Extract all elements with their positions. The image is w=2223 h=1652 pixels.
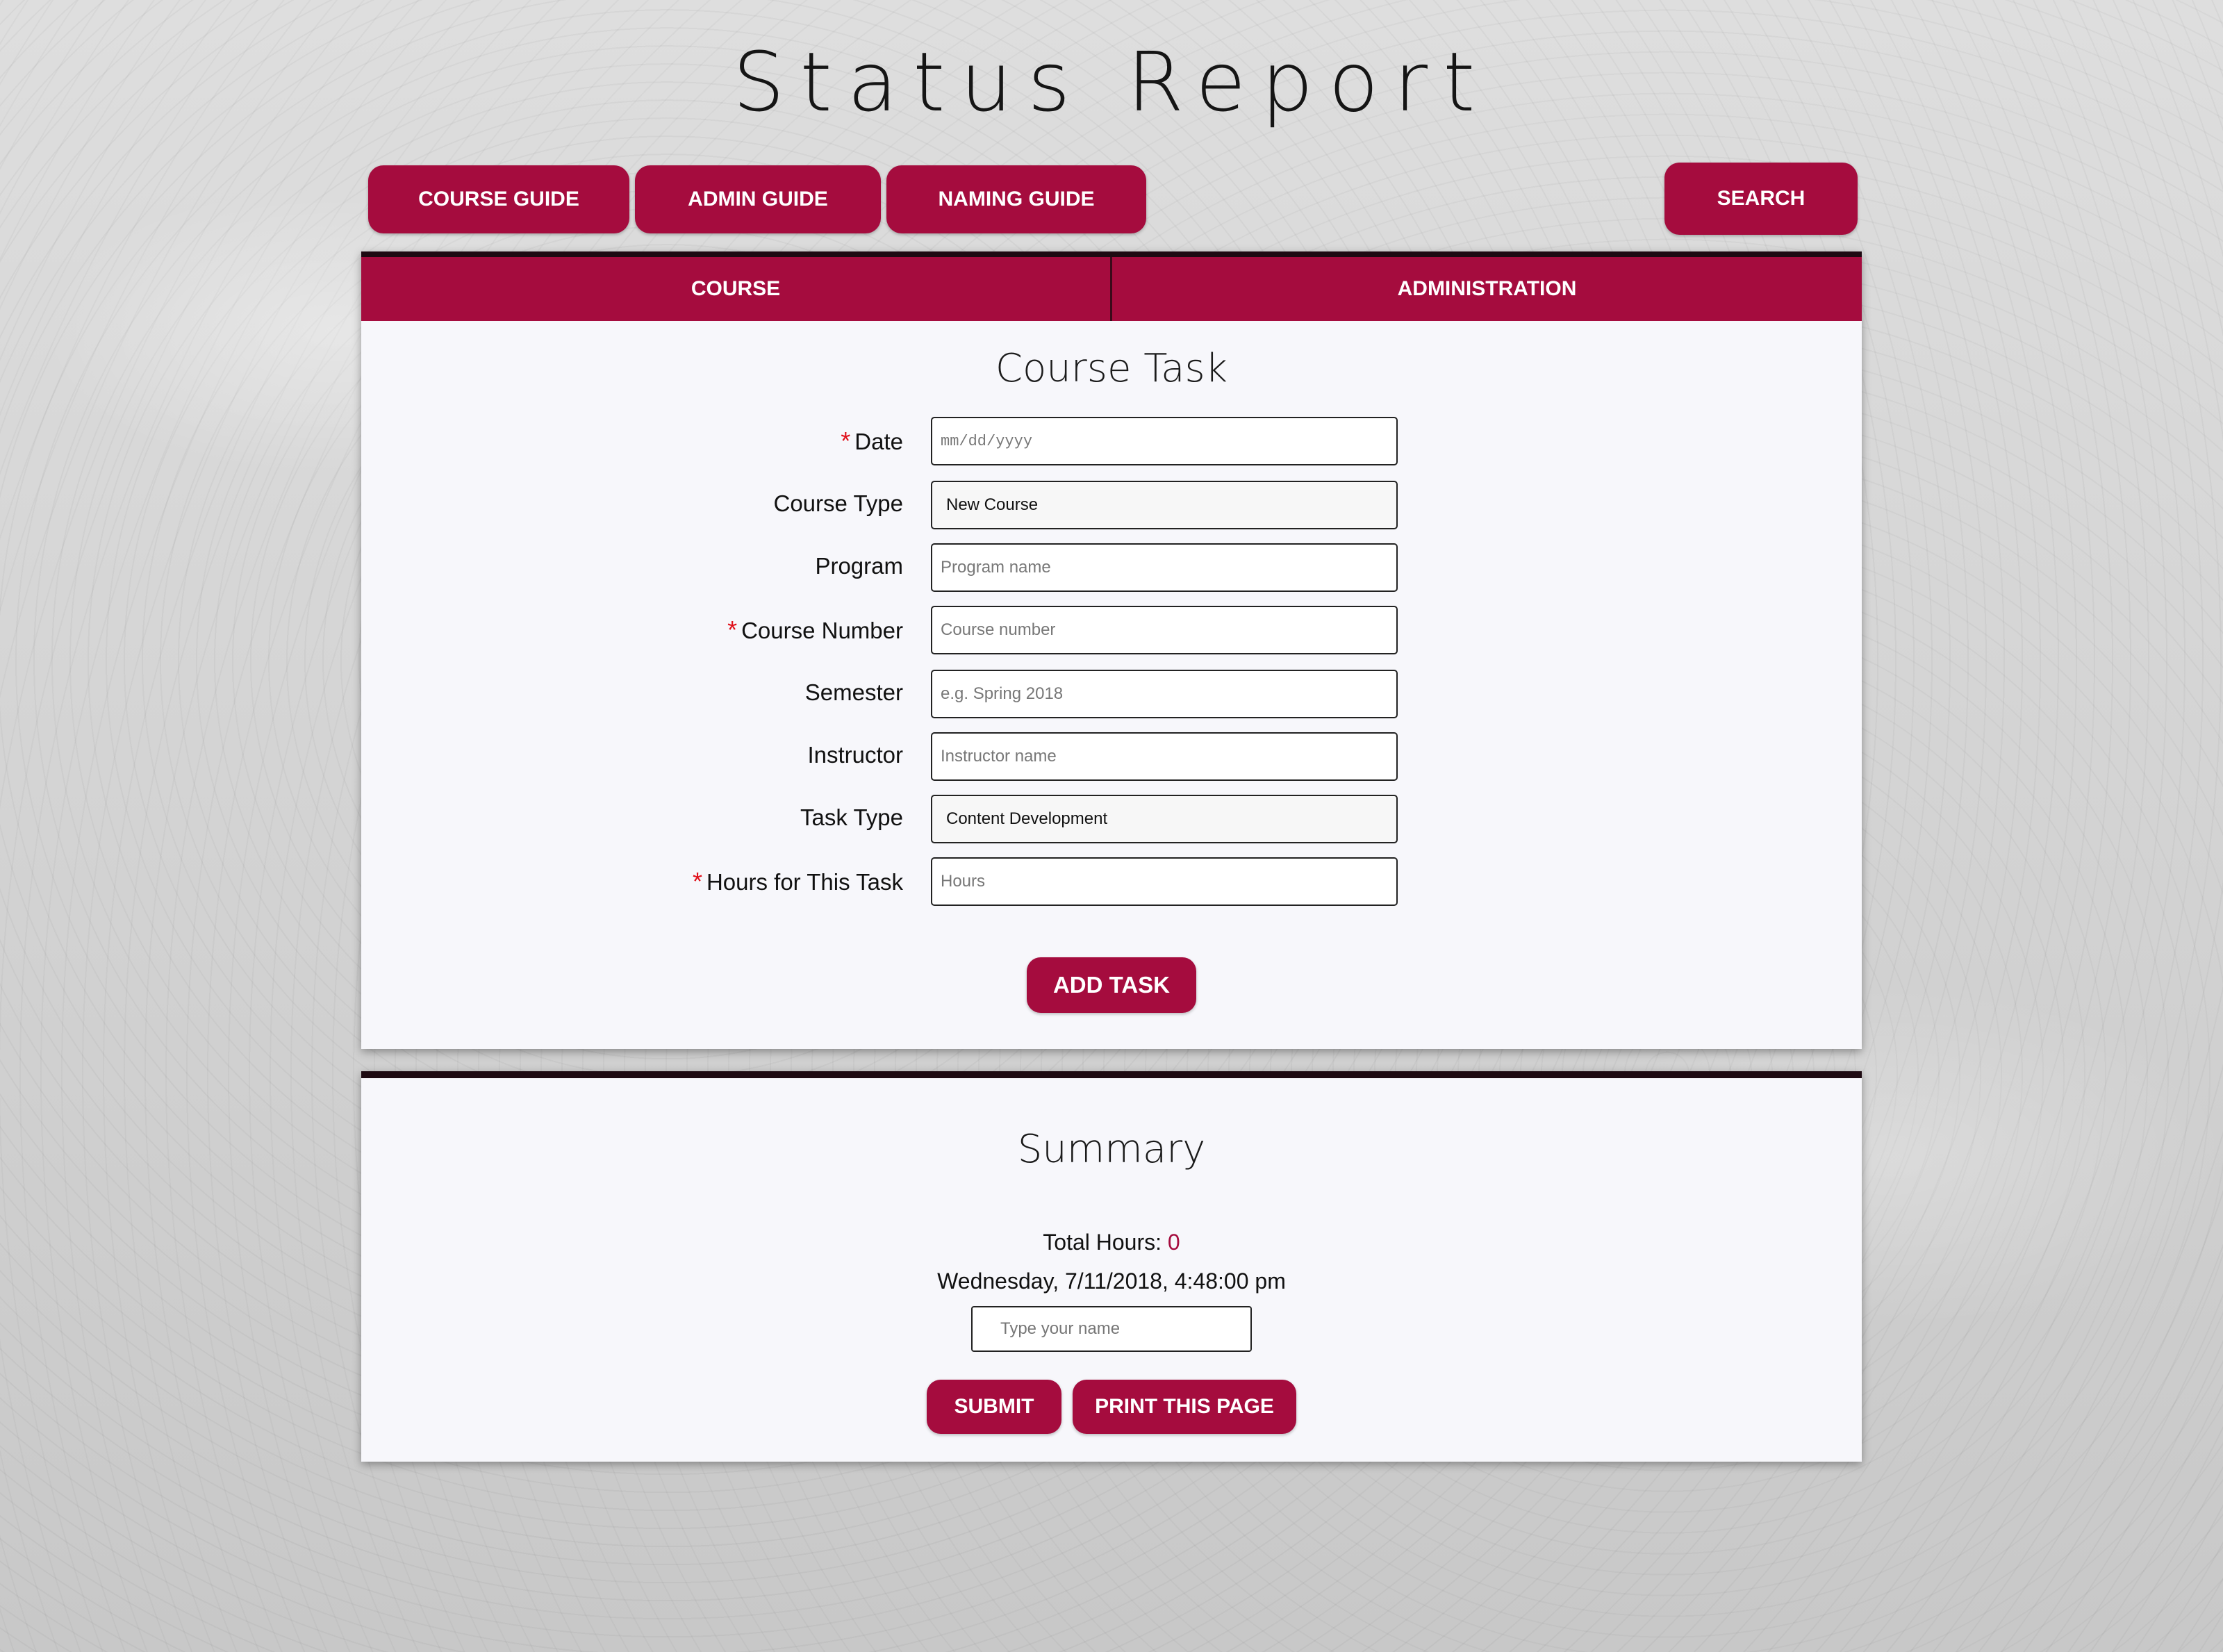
current-datetime: Wednesday, 7/11/2018, 4:48:00 pm xyxy=(937,1269,1286,1294)
submit-button[interactable]: SUBMIT xyxy=(927,1380,1061,1434)
total-hours: Total Hours: 0 xyxy=(361,1230,1862,1255)
task-type-label: Task Type xyxy=(800,804,903,830)
course-number-row: * Course Number xyxy=(361,606,1862,657)
instructor-input[interactable] xyxy=(931,732,1398,781)
add-task-button[interactable]: ADD TASK xyxy=(1027,957,1196,1013)
date-input[interactable] xyxy=(931,417,1398,465)
course-type-value: New Course xyxy=(946,495,1039,514)
tab-administration[interactable]: ADMINISTRATION xyxy=(1112,257,1862,321)
course-type-row: Course Type New Course xyxy=(361,481,1862,532)
required-marker: * xyxy=(727,616,738,644)
task-type-row: Task Type Content Development xyxy=(361,795,1862,846)
program-row: Program xyxy=(361,543,1862,595)
search-button[interactable]: SEARCH xyxy=(1664,163,1858,235)
course-number-label: * Course Number xyxy=(727,616,903,645)
hours-label: * Hours for This Task xyxy=(693,867,903,896)
instructor-label: Instructor xyxy=(807,742,903,768)
date-row: * Date xyxy=(361,417,1862,468)
tab-course[interactable]: COURSE xyxy=(361,257,1112,321)
course-number-label-text: Course Number xyxy=(741,618,903,643)
required-marker: * xyxy=(841,427,851,455)
semester-row: Semester xyxy=(361,670,1862,721)
hours-row: * Hours for This Task xyxy=(361,857,1862,909)
task-type-value: Content Development xyxy=(946,809,1108,828)
date-label-text: Date xyxy=(854,429,903,454)
instructor-row: Instructor xyxy=(361,732,1862,784)
course-number-input[interactable] xyxy=(931,606,1398,654)
course-task-card: COURSE ADMINISTRATION Course Task * Date … xyxy=(361,251,1862,1049)
course-guide-button[interactable]: COURSE GUIDE xyxy=(368,165,629,233)
summary-card: Summary Total Hours: 0 Wednesday, 7/11/2… xyxy=(361,1071,1862,1462)
naming-guide-button[interactable]: NAMING GUIDE xyxy=(886,165,1146,233)
hours-input[interactable] xyxy=(931,857,1398,906)
required-marker: * xyxy=(692,867,702,895)
semester-input[interactable] xyxy=(931,670,1398,718)
hours-label-text: Hours for This Task xyxy=(706,869,903,895)
course-type-label: Course Type xyxy=(773,490,904,516)
course-task-title: Course Task xyxy=(995,346,1228,391)
admin-guide-button[interactable]: ADMIN GUIDE xyxy=(635,165,881,233)
semester-label: Semester xyxy=(804,679,903,705)
date-label: * Date xyxy=(841,427,903,456)
course-type-select[interactable]: New Course xyxy=(931,481,1398,529)
task-type-select[interactable]: Content Development xyxy=(931,795,1398,843)
page-title: Status Report xyxy=(732,34,1491,130)
name-input[interactable] xyxy=(971,1306,1252,1352)
program-label: Program xyxy=(815,553,903,579)
program-input[interactable] xyxy=(931,543,1398,592)
summary-title: Summary xyxy=(1017,1127,1206,1172)
total-hours-value: 0 xyxy=(1167,1230,1180,1255)
tab-bar: COURSE ADMINISTRATION xyxy=(361,257,1862,321)
total-hours-label: Total Hours: xyxy=(1043,1230,1162,1255)
print-page-button[interactable]: PRINT THIS PAGE xyxy=(1073,1380,1296,1434)
